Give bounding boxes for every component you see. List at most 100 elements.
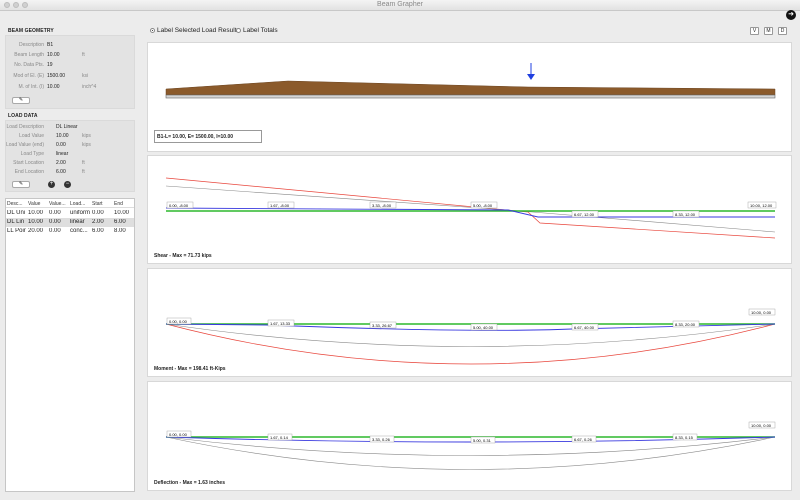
load-value-end-field[interactable]: 0.00 — [56, 142, 66, 148]
view-d-button[interactable]: D — [778, 27, 787, 35]
load-type-field[interactable]: linear — [56, 151, 68, 157]
deflection-label: 1.67, 0.14 — [270, 435, 289, 440]
table-cell: 0.00 — [49, 219, 61, 225]
table-cell: 10.00 — [28, 219, 44, 225]
field-data-points: No. Data Pts. 19 — [6, 61, 136, 70]
moment-label: 10.00, 0.00 — [751, 310, 772, 315]
field-unit: ft — [82, 160, 85, 166]
field-load-description: Load Description DL Linear — [6, 123, 136, 132]
table-cell: 6.00 — [92, 228, 104, 234]
shear-label: 5.00, -8.00 — [473, 203, 493, 208]
column-header[interactable]: Desc... — [7, 201, 23, 207]
field-label: Beam Length — [14, 52, 44, 58]
table-cell: 10.00 — [114, 210, 130, 216]
column-header[interactable]: Load... — [70, 201, 85, 207]
label-selected-label[interactable]: Label Selected Load Results — [157, 27, 240, 34]
moment-label: 3.33, 26.67 — [372, 323, 393, 328]
remove-load-button[interactable]: − — [64, 181, 71, 188]
label-selected-radio[interactable] — [150, 28, 155, 33]
table-cell: DL Lin — [7, 219, 25, 225]
forward-arrow-icon[interactable]: ➜ — [786, 10, 796, 20]
table-cell: 6.00 — [114, 219, 126, 225]
column-header[interactable]: Value... — [49, 201, 66, 207]
other-shear-line — [165, 185, 776, 233]
beam-body — [165, 94, 776, 99]
description-field[interactable]: B1 — [47, 42, 53, 48]
field-mod-elasticity: Mod of El. (E) 1500.00 ksi — [6, 72, 136, 81]
load-data-title: LOAD DATA — [8, 113, 38, 119]
field-label: Load Value (end) — [6, 142, 44, 148]
window-title: Beam Grapher — [377, 1, 423, 8]
shear-label: 8.33, 12.00 — [675, 212, 696, 217]
deflection-panel: 0.00, 0.00 1.67, 0.14 3.33, 0.26 5.00, 0… — [147, 381, 792, 491]
field-unit: kips — [82, 142, 91, 148]
field-end-location: End Location 6.00 ft — [6, 168, 136, 177]
field-unit: inch^4 — [82, 84, 97, 90]
add-load-button[interactable]: + — [48, 181, 55, 188]
table-cell: 10.00 — [28, 210, 44, 216]
field-label: Load Value — [19, 133, 44, 139]
load-description-field[interactable]: DL Linear — [56, 124, 78, 130]
table-cell: conc... — [70, 228, 88, 234]
moment-diagram: 0.00, 0.00 1.67, 13.33 3.33, 26.67 5.00,… — [165, 308, 776, 365]
table-row[interactable]: LL Poir 20.00 0.00 conc... 6.00 8.00 — [6, 227, 134, 236]
field-label: Description — [18, 42, 44, 48]
moment-label: 6.67, 40.00 — [574, 325, 595, 330]
column-header[interactable]: End — [114, 201, 123, 207]
field-label: Start Location — [13, 160, 44, 166]
field-label: No. Data Pts. — [14, 62, 44, 68]
table-header: Desc... Value Value... Load... Start End — [6, 199, 134, 208]
field-moment-inertia: M. of Int. (I) 10.00 inch^4 — [6, 83, 136, 92]
field-unit: ft — [82, 52, 85, 58]
moment-label: 1.67, 13.33 — [270, 321, 291, 326]
edit-load-button[interactable]: ✎ — [12, 181, 30, 188]
table-cell: 0.00 — [49, 228, 61, 234]
beam-geometry-section: Description B1 Beam Length 10.00 ft No. … — [5, 35, 135, 109]
moment-labels: 0.00, 0.00 1.67, 13.33 3.33, 26.67 5.00,… — [166, 308, 776, 331]
deflection-label: 6.67, 0.26 — [574, 437, 593, 442]
column-header[interactable]: Start — [92, 201, 103, 207]
shear-label: 10.00, 12.00 — [750, 203, 773, 208]
load-data-section: Load Description DL Linear Load Value 10… — [5, 120, 135, 192]
shear-label: 0.00, -8.00 — [169, 203, 189, 208]
mod-elasticity-field[interactable]: 1500.00 — [47, 73, 65, 79]
table-cell: 20.00 — [28, 228, 44, 234]
moment-caption: Moment - Max = 198.41 ft-Kips — [154, 366, 226, 372]
view-m-button[interactable]: M — [764, 27, 773, 35]
end-location-field[interactable]: 6.00 — [56, 169, 66, 175]
table-cell: LL Poir — [7, 228, 26, 234]
moment-label: 8.33, 20.00 — [675, 322, 696, 327]
field-label: End Location — [14, 169, 44, 175]
title-bar: Beam Grapher — [0, 0, 800, 11]
load-distribution-shape — [165, 80, 776, 96]
view-v-button[interactable]: V — [750, 27, 759, 35]
load-value-field[interactable]: 10.00 — [56, 133, 69, 139]
minus-icon: − — [65, 181, 70, 187]
label-totals-radio[interactable] — [236, 28, 241, 33]
field-beam-length: Beam Length 10.00 ft — [6, 51, 136, 60]
beam-geometry-title: BEAM GEOMETRY — [8, 28, 54, 34]
edit-geometry-button[interactable]: ✎ — [12, 97, 30, 104]
pencil-icon: ✎ — [18, 97, 24, 103]
beam-length-field[interactable]: 10.00 — [47, 52, 60, 58]
deflection-label: 3.33, 0.26 — [372, 437, 391, 442]
field-label: M. of Int. (I) — [18, 84, 44, 90]
shear-label: 3.33, -8.00 — [372, 203, 392, 208]
table-row[interactable]: DL Lin 10.00 0.00 linear 2.00 6.00 — [6, 218, 134, 227]
table-cell: 2.00 — [92, 219, 104, 225]
options-bar: Label Selected Load Results Label Totals… — [147, 26, 792, 37]
label-totals-label[interactable]: Label Totals — [243, 27, 278, 34]
shear-caption: Shear - Max = 71.73 kips — [154, 253, 212, 259]
field-load-value-end: Load Value (end) 0.00 kips — [6, 141, 136, 150]
table-row[interactable]: DL Uni 10.00 0.00 uniform 0.00 10.00 — [6, 209, 134, 218]
data-points-field[interactable]: 19 — [47, 62, 53, 68]
field-load-value: Load Value 10.00 kips — [6, 132, 136, 141]
table-cell: 8.00 — [114, 228, 126, 234]
point-load-arrow-icon — [527, 74, 535, 80]
deflection-diagram: 0.00, 0.00 1.67, 0.14 3.33, 0.26 5.00, 0… — [165, 421, 776, 470]
moment-label: 0.00, 0.00 — [169, 319, 188, 324]
start-location-field[interactable]: 2.00 — [56, 160, 66, 166]
column-header[interactable]: Value — [28, 201, 40, 207]
moment-inertia-field[interactable]: 10.00 — [47, 84, 60, 90]
field-description: Description B1 — [6, 41, 136, 50]
